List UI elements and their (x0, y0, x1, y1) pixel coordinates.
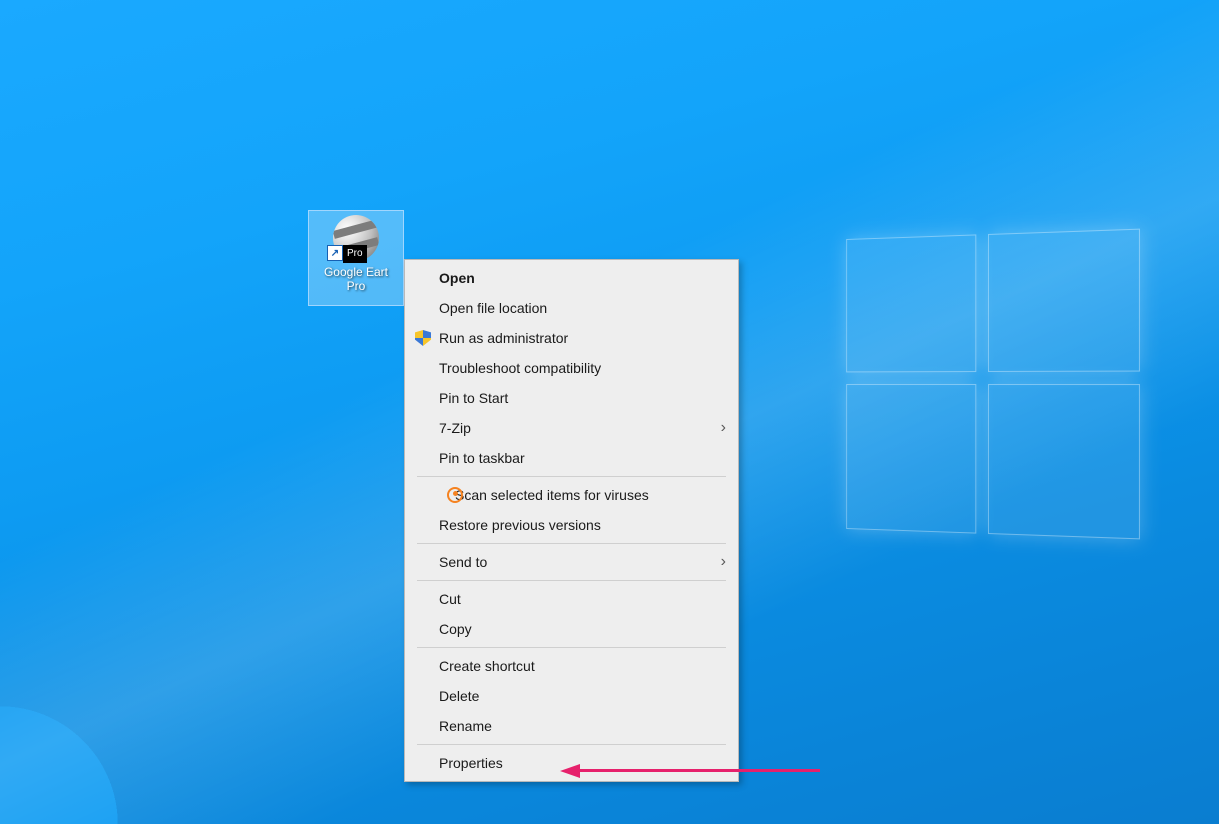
menu-cut[interactable]: Cut (407, 584, 736, 614)
chevron-right-icon: › (721, 553, 726, 571)
menu-restore-previous-versions[interactable]: Restore previous versions (407, 510, 736, 540)
menu-copy[interactable]: Copy (407, 614, 736, 644)
desktop-icon-google-earth-pro[interactable]: ↗ Pro Google EartPro (308, 210, 404, 306)
menu-separator (417, 580, 726, 581)
shield-icon (415, 330, 431, 346)
shortcut-arrow-icon: ↗ (327, 245, 343, 261)
menu-7zip[interactable]: 7-Zip › (407, 413, 736, 443)
menu-separator (417, 744, 726, 745)
chevron-right-icon: › (721, 419, 726, 437)
pro-badge: Pro (343, 245, 367, 263)
icon-overlay: ↗ Pro (327, 245, 367, 263)
antivirus-icon (447, 487, 463, 503)
menu-separator (417, 476, 726, 477)
context-menu: Open Open file location Run as administr… (404, 259, 739, 782)
menu-run-as-administrator[interactable]: Run as administrator (407, 323, 736, 353)
menu-open-file-location[interactable]: Open file location (407, 293, 736, 323)
menu-pin-to-start[interactable]: Pin to Start (407, 383, 736, 413)
menu-troubleshoot-compatibility[interactable]: Troubleshoot compatibility (407, 353, 736, 383)
menu-pin-to-taskbar[interactable]: Pin to taskbar (407, 443, 736, 473)
windows-logo (846, 229, 1140, 540)
menu-rename[interactable]: Rename (407, 711, 736, 741)
menu-delete[interactable]: Delete (407, 681, 736, 711)
desktop[interactable]: ↗ Pro Google EartPro Open Open file loca… (0, 0, 1219, 824)
menu-properties[interactable]: Properties (407, 748, 736, 778)
menu-send-to[interactable]: Send to › (407, 547, 736, 577)
desktop-icon-label: Google EartPro (324, 265, 388, 293)
menu-separator (417, 647, 726, 648)
menu-separator (417, 543, 726, 544)
menu-scan-for-viruses[interactable]: Scan selected items for viruses (407, 480, 736, 510)
menu-create-shortcut[interactable]: Create shortcut (407, 651, 736, 681)
menu-open[interactable]: Open (407, 263, 736, 293)
